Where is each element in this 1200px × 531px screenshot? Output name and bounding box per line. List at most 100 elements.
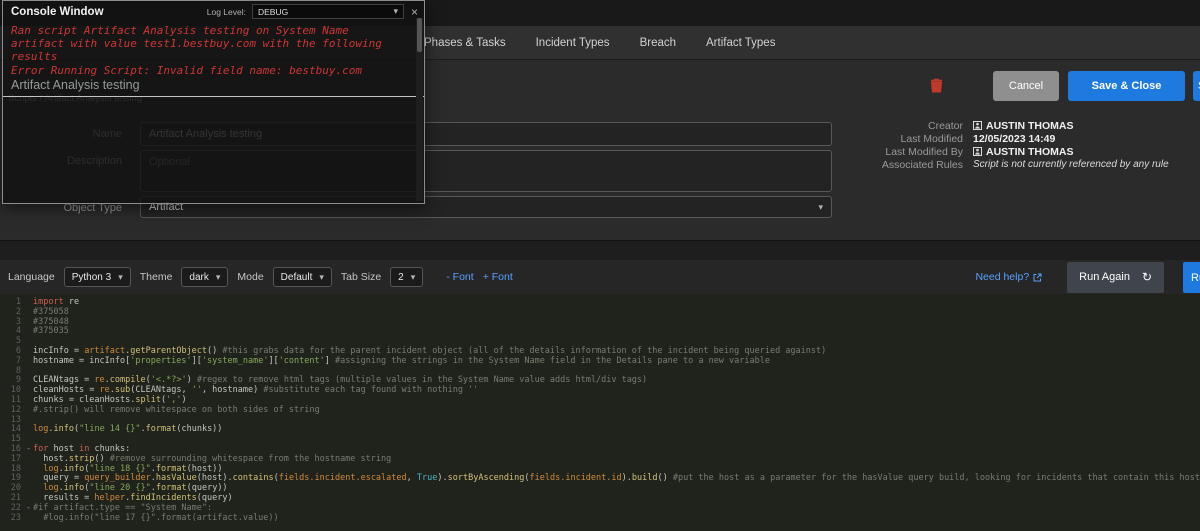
fold-marker <box>24 298 33 308</box>
code-line: 7 hostname = incInfo['properties']['syste… <box>0 355 1200 367</box>
theme-select[interactable]: dark ▾ <box>181 267 229 287</box>
log-level-value: DEBUG <box>257 6 289 17</box>
external-link-icon <box>1033 273 1042 281</box>
theme-value: dark <box>189 271 209 283</box>
nav-tab-phases-tasks[interactable]: Phases & Tasks <box>424 37 506 49</box>
metadata-panel: Creator AUSTIN THOMAS Last Modified 12/0… <box>858 119 1200 171</box>
console-header: Console Window Log Level: DEBUG ▾ × <box>3 1 424 21</box>
run-again-label: Run Again <box>1079 271 1130 283</box>
person-icon <box>973 147 982 156</box>
fold-marker <box>24 357 33 367</box>
console-title: Console Window <box>11 5 104 18</box>
creator-row: Creator AUSTIN THOMAS <box>858 119 1200 132</box>
mode-select[interactable]: Default ▾ <box>272 267 332 287</box>
tab-size-value: 2 <box>398 271 404 283</box>
fold-marker: - <box>25 502 32 513</box>
fold-marker <box>24 465 33 475</box>
save-close-button[interactable]: Save & Close <box>1068 71 1185 101</box>
chevron-down-icon: ▾ <box>818 201 823 212</box>
app-screen: Phases & Tasks Incident Types Breach Artifa… <box>0 0 1200 531</box>
tab-size-label: Tab Size <box>340 271 382 283</box>
fold-marker <box>24 386 33 396</box>
chevron-down-icon: ▾ <box>393 6 398 16</box>
language-label: Language <box>8 271 55 283</box>
console-scrollbar-thumb[interactable] <box>417 18 422 52</box>
font-decrease-link[interactable]: - Font <box>446 271 473 283</box>
language-value: Python 3 <box>71 271 112 283</box>
fold-marker <box>24 337 33 347</box>
console-entry-title: Artifact Analysis testing <box>11 77 140 92</box>
last-modified-row: Last Modified 12/05/2023 14:49 <box>858 132 1200 145</box>
last-modified-by-row: Last Modified By AUSTIN THOMAS <box>858 145 1200 158</box>
code-line: 3 #375048 <box>0 317 1200 328</box>
fold-marker <box>24 327 33 337</box>
last-modified-by-name: AUSTIN THOMAS <box>986 145 1074 158</box>
code-editor[interactable]: 1 import re 2 #375058 3 #375048 4 #375035 5 6 incI… <box>0 294 1200 531</box>
console-body: Ran script Artifact Analysis testing on … <box>3 21 424 96</box>
associated-rules-row: Associated Rules Script is not currently… <box>858 158 1200 171</box>
need-help-label: Need help? <box>975 271 1030 283</box>
font-increase-link[interactable]: + Font <box>483 271 513 283</box>
code-line: 4 #375035 <box>0 326 1200 337</box>
fold-marker <box>24 416 33 426</box>
code-line: 14 log.info("line 14 {}".format(chunks)) <box>0 424 1200 435</box>
chevron-down-icon: ▾ <box>215 271 221 282</box>
fold-marker <box>24 396 33 406</box>
fold-marker <box>24 308 33 318</box>
fold-marker <box>24 367 33 377</box>
partial-button-toolbar[interactable]: Ru <box>1183 262 1200 293</box>
section-divider <box>0 240 1200 260</box>
console-divider <box>3 95 424 97</box>
nav-tab-incident-types[interactable]: Incident Types <box>536 37 610 49</box>
editor-toolbar: Language Python 3 ▾ Theme dark ▾ Mode De… <box>0 260 1200 294</box>
nav-tab-artifact-types[interactable]: Artifact Types <box>706 37 775 49</box>
code-text: hostname = incInfo['properties']['system… <box>33 355 770 366</box>
person-icon <box>973 121 982 130</box>
refresh-icon: ↻ <box>1141 270 1152 284</box>
last-modified-by-label: Last Modified By <box>885 145 963 158</box>
fold-marker <box>24 347 33 357</box>
fold-marker <box>24 376 33 386</box>
console-log-message: Ran script Artifact Analysis testing on … <box>11 24 382 64</box>
log-level-select[interactable]: DEBUG ▾ <box>251 4 404 19</box>
last-modified-value: 12/05/2023 14:49 <box>973 132 1056 145</box>
fold-marker <box>24 425 33 435</box>
console-window: Console Window Log Level: DEBUG ▾ × Ran … <box>2 0 425 204</box>
last-modified-label: Last Modified <box>900 132 963 145</box>
fold-marker <box>24 318 33 328</box>
fold-marker <box>24 484 33 494</box>
console-log-message: Error Running Script: Invalid field name… <box>11 63 362 77</box>
partial-button-top[interactable]: S <box>1193 71 1200 101</box>
cancel-button[interactable]: Cancel <box>993 71 1059 101</box>
mode-value: Default <box>280 271 313 283</box>
fold-marker <box>24 474 33 484</box>
delete-icon[interactable] <box>930 78 943 98</box>
creator-value: AUSTIN THOMAS <box>973 120 1074 132</box>
chevron-down-icon: ▾ <box>410 271 416 282</box>
line-number: 23 <box>10 512 21 523</box>
close-icon[interactable]: × <box>411 6 418 18</box>
code-line: 1 import re <box>0 297 1200 308</box>
creator-label: Creator <box>927 119 963 132</box>
fold-marker: - <box>25 443 32 454</box>
code-line: 15 <box>0 434 1200 445</box>
console-scrollbar[interactable] <box>416 18 423 201</box>
code-line: 2 #375058 <box>0 307 1200 318</box>
associated-rules-value: Script is not currently referenced by an… <box>973 159 1169 170</box>
log-level-label: Log Level: <box>206 6 246 17</box>
mode-label: Mode <box>237 271 264 283</box>
tab-size-select[interactable]: 2 ▾ <box>390 267 424 287</box>
chevron-down-icon: ▾ <box>118 271 123 282</box>
code-line: 12 #.strip() will remove whitespace on bo… <box>0 404 1200 416</box>
nav-tab-breach[interactable]: Breach <box>640 37 676 49</box>
fold-marker <box>24 406 33 416</box>
need-help-link[interactable]: Need help? <box>975 271 1042 283</box>
run-again-button[interactable]: Run Again ↻ <box>1067 261 1164 293</box>
language-select[interactable]: Python 3 ▾ <box>63 267 131 287</box>
code-lines: 1 import re 2 #375058 3 #375048 4 #375035 5 6 incI… <box>0 297 1200 523</box>
code-text: #log.info("line 17 {}".format(artifact.v… <box>43 512 279 523</box>
code-text: log.info("line 14 {}".format(chunks)) <box>33 424 223 435</box>
theme-label: Theme <box>139 271 173 283</box>
code-text: #.strip() will remove whitespace on both… <box>33 404 320 415</box>
creator-name: AUSTIN THOMAS <box>986 119 1074 132</box>
